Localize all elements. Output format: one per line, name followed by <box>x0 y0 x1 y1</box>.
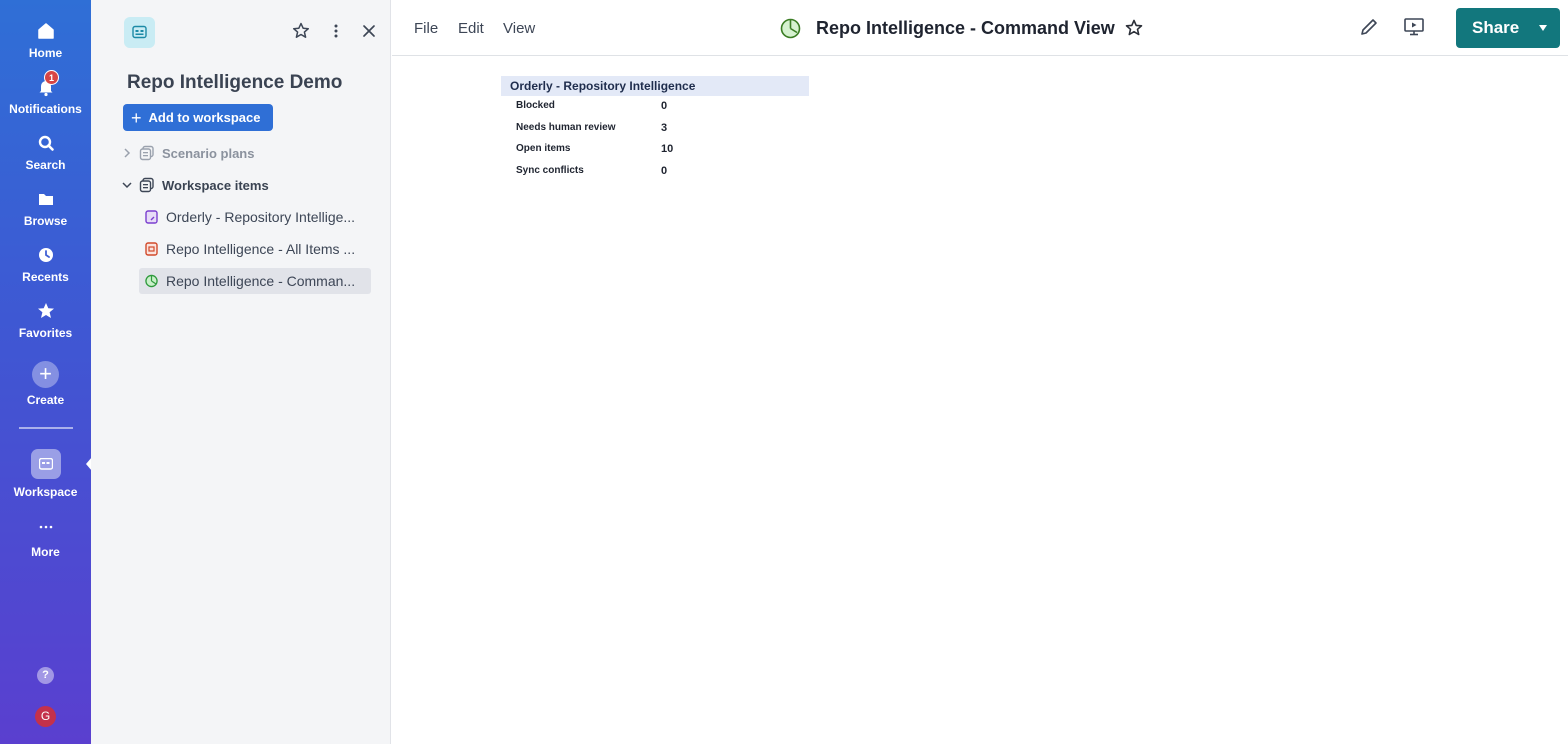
tree-label: Scenario plans <box>162 145 255 161</box>
tree-child-label: Repo Intelligence - All Items ... <box>166 241 356 257</box>
plus-icon: + <box>32 361 59 388</box>
home-icon <box>37 23 54 39</box>
report-row: Needs human review 3 <box>501 118 809 140</box>
tree-item-scenario-plans[interactable]: Scenario plans <box>91 140 391 166</box>
report-icon <box>145 210 158 224</box>
menu-edit[interactable]: Edit <box>458 20 484 37</box>
report-row: Sync conflicts 0 <box>501 161 809 183</box>
row-value: 0 <box>661 164 668 177</box>
nav-search[interactable]: Search <box>0 133 91 172</box>
report-row: Open items 10 <box>501 139 809 161</box>
menu-view[interactable]: View <box>503 20 535 37</box>
help-icon[interactable]: ? <box>37 667 54 684</box>
nav-create[interactable]: + Create <box>0 361 91 407</box>
star-outline-icon[interactable] <box>290 20 312 42</box>
document-title: Repo Intelligence - Command View <box>816 18 1115 38</box>
row-label: Needs human review <box>516 121 616 133</box>
nav-favorites[interactable]: Favorites <box>0 301 91 340</box>
nav-recents[interactable]: Recents <box>0 245 91 284</box>
report-table: Orderly - Repository Intelligence Blocke… <box>501 76 809 182</box>
edit-pencil-icon[interactable] <box>1357 15 1381 39</box>
row-value: 0 <box>661 100 668 112</box>
nav-label: Home <box>28 46 63 60</box>
row-label: Open items <box>516 143 571 154</box>
nav-notifications[interactable]: 1 Notifications <box>0 70 91 116</box>
nav-home[interactable]: Home <box>0 21 91 60</box>
tree-child-orderly-report[interactable]: Orderly - Repository Intellige... <box>139 204 371 230</box>
workspace-panel: Repo Intelligence Demo + Add to workspac… <box>91 0 391 744</box>
menu-file[interactable]: File <box>414 20 438 37</box>
tree-label: Workspace items <box>162 177 269 193</box>
nav-label: Notifications <box>9 102 82 116</box>
avatar[interactable]: G <box>35 706 56 727</box>
chevron-down-icon[interactable] <box>121 179 133 191</box>
add-button-label: Add to workspace <box>148 110 261 125</box>
chevron-right-icon[interactable] <box>121 147 133 159</box>
notification-badge: 1 <box>44 70 59 85</box>
workspace-title: Repo Intelligence Demo <box>127 72 343 93</box>
workspace-items-icon <box>139 177 154 193</box>
star-icon <box>37 303 54 318</box>
top-bar: File Edit View Repo Intelligence - Comma… <box>392 0 1568 56</box>
more-dots-icon <box>39 525 52 529</box>
nav-workspace[interactable]: Workspace <box>0 449 91 499</box>
nav-label: Create <box>26 393 65 407</box>
nav-label: Recents <box>22 270 69 284</box>
plus-icon: + <box>131 107 142 128</box>
sheet-icon <box>145 242 158 256</box>
nav-label: More <box>31 545 60 559</box>
clock-icon <box>38 248 53 262</box>
nav-more[interactable]: More <box>0 516 91 559</box>
report-title: Orderly - Repository Intelligence <box>501 76 809 96</box>
share-button[interactable]: Share <box>1456 8 1560 48</box>
global-nav: Home 1 Notifications Search Browse Recen… <box>0 0 92 744</box>
tree-child-label: Repo Intelligence - Comman... <box>166 273 356 289</box>
row-label: Blocked <box>516 100 555 111</box>
nav-divider <box>19 427 73 429</box>
search-icon <box>38 135 54 151</box>
folder-icon <box>38 194 53 205</box>
add-to-workspace-button[interactable]: + Add to workspace <box>123 104 273 131</box>
chevron-down-icon[interactable] <box>1539 25 1548 31</box>
app-window: Home 1 Notifications Search Browse Recen… <box>0 0 1568 744</box>
tree-child-label: Orderly - Repository Intellige... <box>166 209 356 225</box>
share-label: Share <box>1472 18 1520 37</box>
nav-label: Favorites <box>18 326 73 340</box>
tree-item-workspace-items[interactable]: Workspace items <box>91 172 391 198</box>
kebab-menu-icon[interactable] <box>325 20 347 42</box>
nav-label: Search <box>25 158 66 172</box>
row-value: 3 <box>661 121 668 134</box>
workspace-tile-icon <box>124 17 155 48</box>
tree-child-command-view[interactable]: Repo Intelligence - Comman... <box>139 268 371 294</box>
present-icon[interactable] <box>1402 15 1426 39</box>
nav-label: Workspace <box>13 485 78 499</box>
row-label: Sync conflicts <box>516 164 584 176</box>
nav-label: Browse <box>23 214 68 228</box>
scenario-plans-icon <box>139 145 154 161</box>
dashboard-icon <box>145 274 158 288</box>
close-icon[interactable] <box>358 20 380 42</box>
nav-browse[interactable]: Browse <box>0 189 91 228</box>
row-value: 10 <box>661 143 674 155</box>
favorite-star-icon[interactable] <box>1124 18 1144 38</box>
report-row: Blocked 0 <box>501 96 809 118</box>
tree-child-all-items-sheet[interactable]: Repo Intelligence - All Items ... <box>139 236 371 262</box>
dashboard-icon <box>780 18 801 39</box>
workspace-icon <box>30 449 61 479</box>
